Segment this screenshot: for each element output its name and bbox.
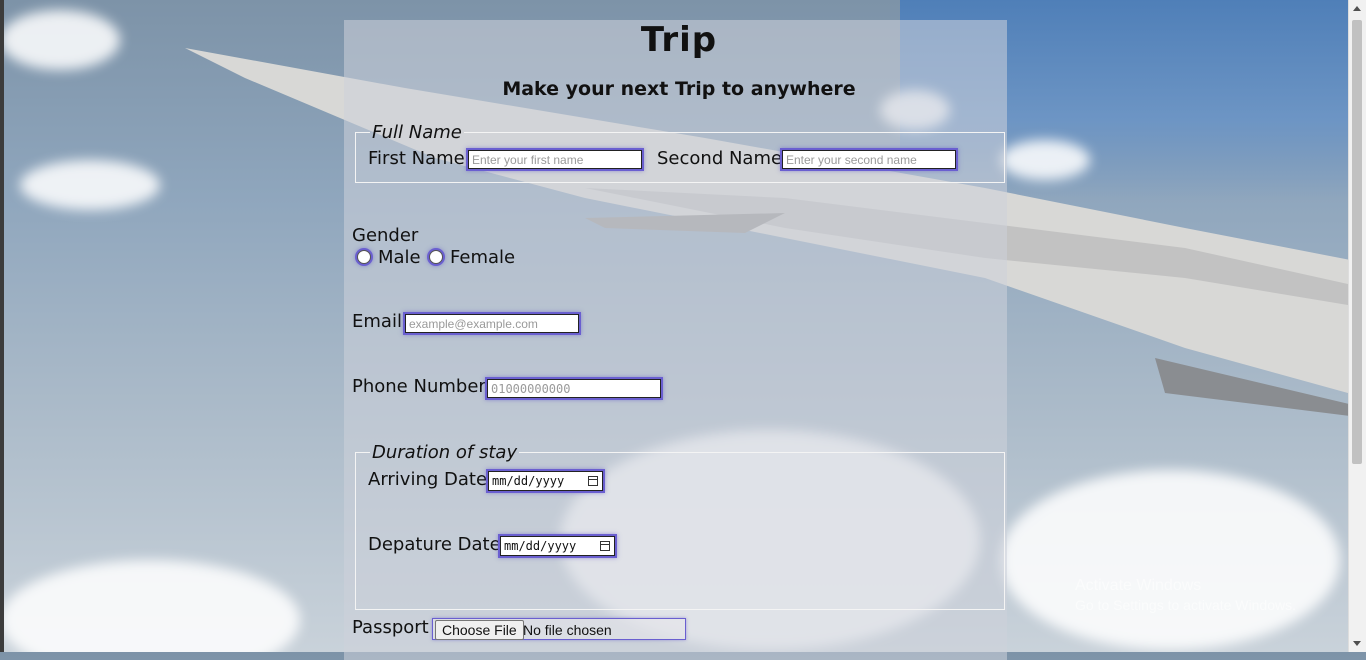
cloud bbox=[0, 560, 300, 652]
watermark-line2: Go to Settings to activate Windows. bbox=[1075, 597, 1296, 613]
cloud bbox=[0, 10, 120, 70]
page-title: Trip bbox=[640, 20, 718, 60]
second-name-input[interactable]: Enter your second name bbox=[782, 150, 956, 169]
page-subtitle: Make your next Trip to anywhere bbox=[502, 78, 856, 100]
phone-label: Phone Number bbox=[352, 376, 486, 397]
full-name-legend: Full Name bbox=[372, 122, 462, 143]
gender-female-radio[interactable] bbox=[429, 250, 443, 264]
passport-file-input[interactable]: Choose File No file chosen bbox=[432, 618, 686, 640]
duration-fieldset: Duration of stay bbox=[355, 442, 1005, 610]
departure-date-value: mm/dd/yyyy bbox=[504, 539, 577, 553]
form-panel: Trip Make your next Trip to anywhere Ful… bbox=[344, 20, 1007, 660]
first-name-input[interactable]: Enter your first name bbox=[468, 150, 642, 169]
gender-male-label: Male bbox=[378, 247, 421, 268]
second-name-label: Second Name bbox=[657, 148, 783, 169]
vertical-scrollbar[interactable] bbox=[1348, 0, 1366, 652]
scroll-down-arrow-icon[interactable] bbox=[1353, 641, 1361, 646]
passport-label: Passport bbox=[352, 617, 429, 638]
phone-input[interactable]: 01000000000 bbox=[487, 379, 661, 398]
gender-female-label: Female bbox=[450, 247, 516, 268]
first-name-label: First Name bbox=[368, 148, 465, 169]
file-status: No file chosen bbox=[523, 622, 612, 638]
scrollbar-thumb[interactable] bbox=[1352, 20, 1362, 464]
cloud bbox=[1000, 470, 1340, 650]
arriving-date-label: Arriving Date bbox=[368, 469, 488, 490]
choose-file-button[interactable]: Choose File bbox=[435, 620, 524, 640]
arriving-date-input[interactable]: mm/dd/yyyy bbox=[488, 471, 603, 491]
windows-watermark: Activate Windows Go to Settings to activ… bbox=[1075, 577, 1296, 613]
departure-date-label: Depature Date bbox=[368, 534, 501, 555]
scroll-up-arrow-icon[interactable] bbox=[1353, 6, 1361, 11]
calendar-icon[interactable] bbox=[600, 541, 610, 551]
duration-legend: Duration of stay bbox=[372, 442, 518, 463]
arriving-date-value: mm/dd/yyyy bbox=[492, 474, 565, 488]
email-input[interactable]: example@example.com bbox=[405, 314, 579, 333]
watermark-line1: Activate Windows bbox=[1075, 577, 1202, 594]
cloud bbox=[20, 160, 160, 210]
gender-label: Gender bbox=[352, 225, 419, 246]
departure-date-input[interactable]: mm/dd/yyyy bbox=[500, 536, 615, 556]
gender-male-radio[interactable] bbox=[357, 250, 371, 264]
calendar-icon[interactable] bbox=[588, 476, 598, 486]
email-label: Email bbox=[352, 311, 402, 332]
window-frame bbox=[0, 0, 4, 652]
